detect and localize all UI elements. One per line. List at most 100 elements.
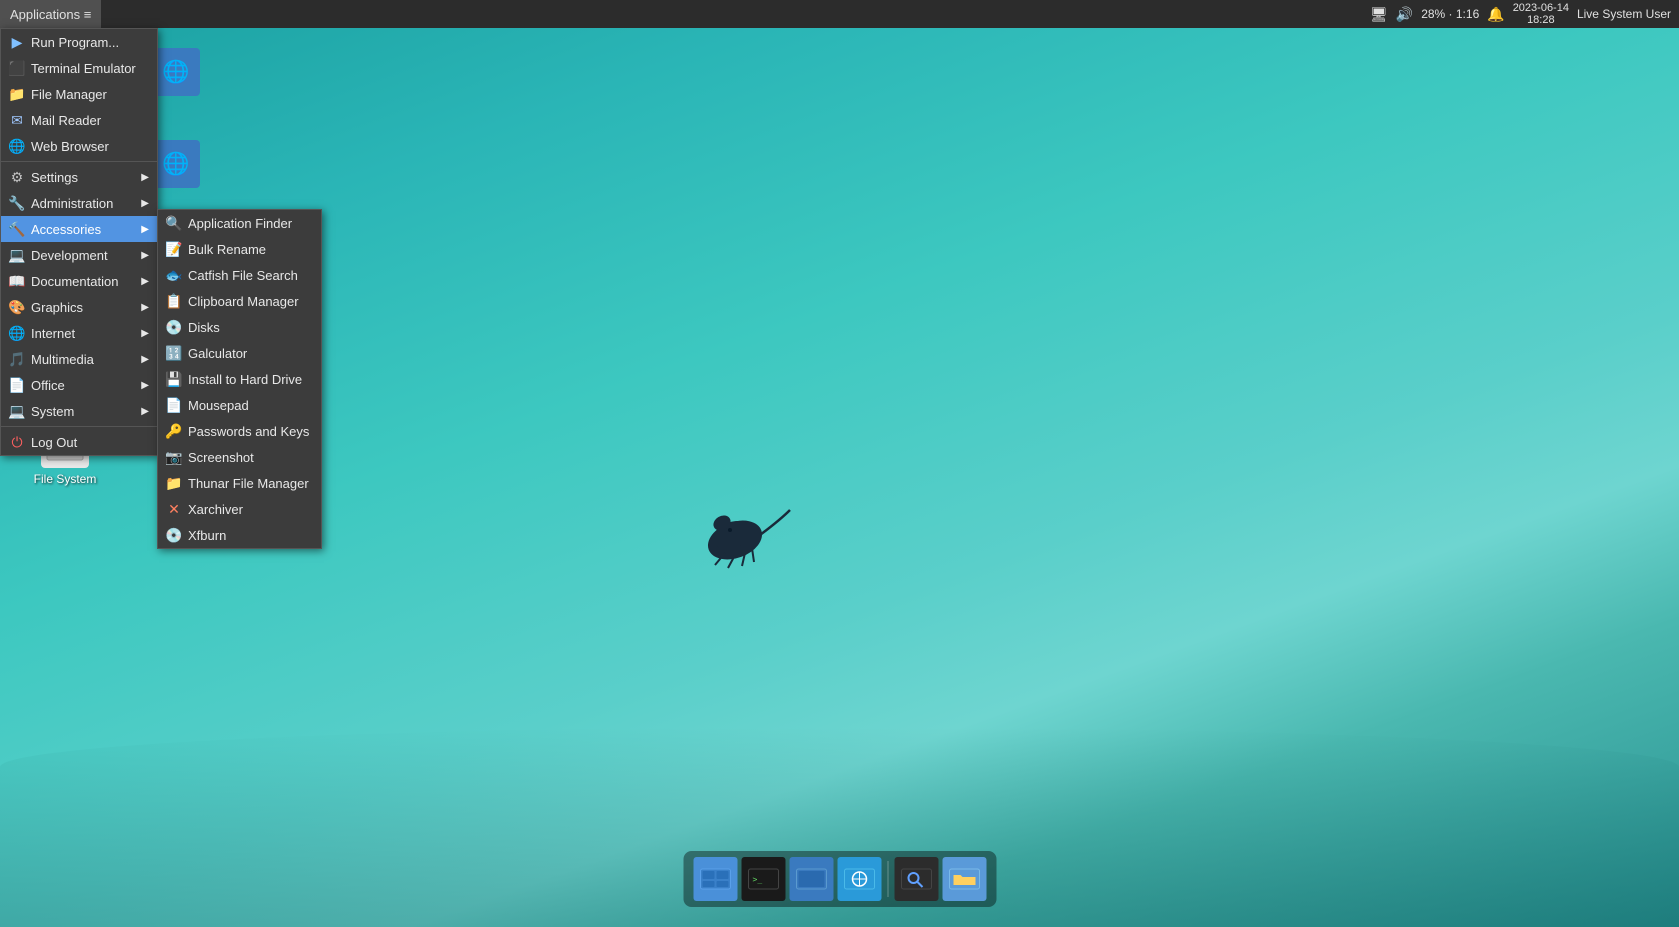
menu-item-internet[interactable]: 🌐 Internet ▶ xyxy=(1,320,157,346)
menu-item-administration[interactable]: 🔧 Administration ▶ xyxy=(1,190,157,216)
applications-menu: ▶ Run Program... ⬛ Terminal Emulator 📁 F… xyxy=(0,28,158,456)
xarchiver-label: Xarchiver xyxy=(188,502,243,517)
volume-icon: 🔊 xyxy=(1396,6,1413,23)
menu-item-system[interactable]: 💻 System ▶ xyxy=(1,398,157,424)
disks-label: Disks xyxy=(188,320,220,335)
accessories-submenu: 🔍 Application Finder 📝 Bulk Rename 🐟 Cat… xyxy=(157,209,322,549)
clipboard-label: Clipboard Manager xyxy=(188,294,299,309)
settings-icon: ⚙ xyxy=(9,169,25,185)
documentation-icon: 📖 xyxy=(9,273,25,289)
thunar-label: Thunar File Manager xyxy=(188,476,309,491)
administration-arrow: ▶ xyxy=(141,198,149,209)
desktop: Applications ≡ 🖥 🔊 28% · 1:16 🔔 2023-06-… xyxy=(0,0,1679,927)
menu-separator-2 xyxy=(1,426,157,427)
app-finder-icon: 🔍 xyxy=(166,215,182,231)
settings-arrow: ▶ xyxy=(141,172,149,183)
accessories-icon: 🔨 xyxy=(9,221,25,237)
catfish-label: Catfish File Search xyxy=(188,268,298,283)
taskbar-search[interactable] xyxy=(894,857,938,901)
datetime-display: 2023-06-14 18:28 xyxy=(1513,2,1569,26)
taskbar-workspace2[interactable] xyxy=(789,857,833,901)
menu-item-documentation[interactable]: 📖 Documentation ▶ xyxy=(1,268,157,294)
menu-item-settings[interactable]: ⚙ Settings ▶ xyxy=(1,164,157,190)
multimedia-icon: 🎵 xyxy=(9,351,25,367)
calculator-icon: 🔢 xyxy=(166,345,182,361)
passwords-label: Passwords and Keys xyxy=(188,424,309,439)
office-arrow: ▶ xyxy=(141,380,149,391)
submenu-item-bulk-rename[interactable]: 📝 Bulk Rename xyxy=(158,236,321,262)
mouse-illustration xyxy=(680,490,800,570)
applications-button[interactable]: Applications ≡ xyxy=(0,0,101,28)
submenu-item-catfish[interactable]: 🐟 Catfish File Search xyxy=(158,262,321,288)
calculator-label: Galculator xyxy=(188,346,247,361)
menu-item-file-manager[interactable]: 📁 File Manager xyxy=(1,81,157,107)
xfburn-icon: 💿 xyxy=(166,527,182,543)
settings-label: Settings xyxy=(31,170,78,185)
office-icon: 📄 xyxy=(9,377,25,393)
svg-text:>_: >_ xyxy=(752,875,762,884)
taskbar-workspace1[interactable] xyxy=(693,857,737,901)
passwords-icon: 🔑 xyxy=(166,423,182,439)
menu-item-terminal[interactable]: ⬛ Terminal Emulator xyxy=(1,55,157,81)
taskbar-web[interactable] xyxy=(837,857,881,901)
graphics-arrow: ▶ xyxy=(141,302,149,313)
web-browser-icon: 🌐 xyxy=(9,138,25,154)
run-program-label: Run Program... xyxy=(31,35,119,50)
submenu-item-install[interactable]: 💾 Install to Hard Drive xyxy=(158,366,321,392)
documentation-arrow: ▶ xyxy=(141,276,149,287)
run-program-icon: ▶ xyxy=(9,34,25,50)
menu-item-development[interactable]: 💻 Development ▶ xyxy=(1,242,157,268)
submenu-item-disks[interactable]: 💿 Disks xyxy=(158,314,321,340)
mousepad-icon: 📄 xyxy=(166,397,182,413)
file-manager-label: File Manager xyxy=(31,87,107,102)
graphics-icon: 🎨 xyxy=(9,299,25,315)
submenu-item-mousepad[interactable]: 📄 Mousepad xyxy=(158,392,321,418)
panel-right: 🖥 🔊 28% · 1:16 🔔 2023-06-14 18:28 Live S… xyxy=(1370,2,1679,26)
submenu-item-app-finder[interactable]: 🔍 Application Finder xyxy=(158,210,321,236)
menu-item-office[interactable]: 📄 Office ▶ xyxy=(1,372,157,398)
system-icon: 💻 xyxy=(9,403,25,419)
mousepad-label: Mousepad xyxy=(188,398,249,413)
internet-label: Internet xyxy=(31,326,75,341)
menu-item-graphics[interactable]: 🎨 Graphics ▶ xyxy=(1,294,157,320)
applications-menu-container: ▶ Run Program... ⬛ Terminal Emulator 📁 F… xyxy=(0,28,158,456)
xfburn-label: Xfburn xyxy=(188,528,226,543)
taskbar-folder[interactable] xyxy=(942,857,986,901)
desktop-app-icon-1[interactable]: 🌐 xyxy=(152,48,200,96)
submenu-item-passwords[interactable]: 🔑 Passwords and Keys xyxy=(158,418,321,444)
thunar-icon: 📁 xyxy=(166,475,182,491)
submenu-item-screenshot[interactable]: 📷 Screenshot xyxy=(158,444,321,470)
accessories-arrow: ▶ xyxy=(141,224,149,235)
terminal-label: Terminal Emulator xyxy=(31,61,136,76)
taskbar-terminal[interactable]: >_ xyxy=(741,857,785,901)
office-label: Office xyxy=(31,378,65,393)
submenu-item-thunar[interactable]: 📁 Thunar File Manager xyxy=(158,470,321,496)
submenu-item-xarchiver[interactable]: ✕ Xarchiver xyxy=(158,496,321,522)
menu-item-multimedia[interactable]: 🎵 Multimedia ▶ xyxy=(1,346,157,372)
disks-icon: 💿 xyxy=(166,319,182,335)
menu-item-mail-reader[interactable]: ✉ Mail Reader xyxy=(1,107,157,133)
multimedia-arrow: ▶ xyxy=(141,354,149,365)
submenu-item-clipboard[interactable]: 📋 Clipboard Manager xyxy=(158,288,321,314)
internet-arrow: ▶ xyxy=(141,328,149,339)
submenu-item-calculator[interactable]: 🔢 Galculator xyxy=(158,340,321,366)
menu-item-logout[interactable]: ⏻ Log Out xyxy=(1,429,157,455)
desktop-app-icon-2[interactable]: 🌐 xyxy=(152,140,200,188)
notification-icon: 🔔 xyxy=(1487,6,1504,23)
submenu-item-xfburn[interactable]: 💿 Xfburn xyxy=(158,522,321,548)
bulk-rename-label: Bulk Rename xyxy=(188,242,266,257)
internet-icon: 🌐 xyxy=(9,325,25,341)
battery-indicator: 28% · 1:16 xyxy=(1421,7,1479,21)
system-arrow: ▶ xyxy=(141,406,149,417)
documentation-label: Documentation xyxy=(31,274,118,289)
menu-item-accessories[interactable]: 🔨 Accessories ▶ xyxy=(1,216,157,242)
graphics-label: Graphics xyxy=(31,300,83,315)
development-arrow: ▶ xyxy=(141,250,149,261)
clipboard-icon: 📋 xyxy=(166,293,182,309)
install-label: Install to Hard Drive xyxy=(188,372,302,387)
menu-item-web-browser[interactable]: 🌐 Web Browser xyxy=(1,133,157,159)
administration-icon: 🔧 xyxy=(9,195,25,211)
filesystem-label: File System xyxy=(34,472,97,486)
screenshot-icon: 📷 xyxy=(166,449,182,465)
menu-item-run-program[interactable]: ▶ Run Program... xyxy=(1,29,157,55)
